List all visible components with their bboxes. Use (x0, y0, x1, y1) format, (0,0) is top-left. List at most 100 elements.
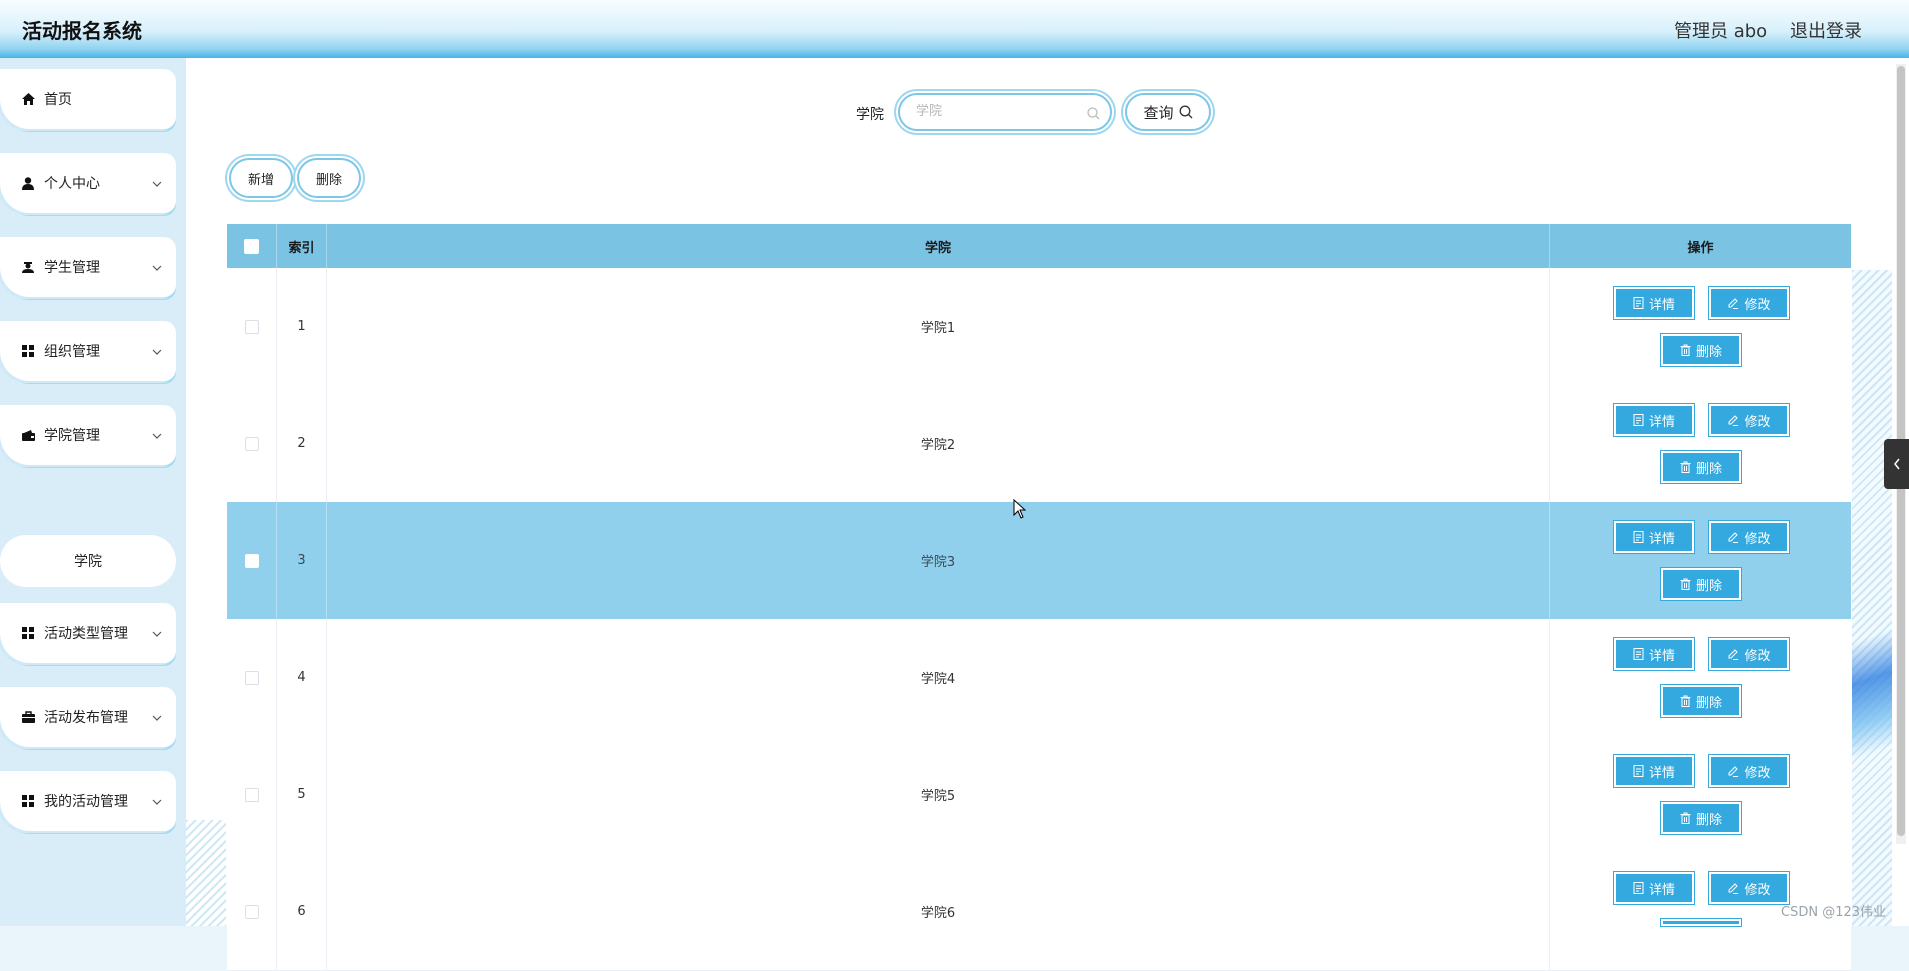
document-icon (1633, 765, 1644, 777)
edit-button[interactable]: 修改 (1709, 404, 1789, 436)
row-index: 4 (277, 619, 327, 736)
delete-button[interactable]: 删除 (1661, 685, 1741, 717)
edit-button-label: 修改 (1744, 297, 1771, 313)
delete-button-label: 删除 (1695, 578, 1722, 594)
table-header: 索引 学院 操作 (227, 224, 1851, 268)
detail-button-label: 详情 (1648, 414, 1675, 430)
chevron-up-icon (150, 428, 164, 442)
row-actions (1550, 502, 1851, 619)
home-icon (20, 91, 36, 107)
table-row[interactable]: 5 学院5 (227, 736, 1851, 854)
grid-icon (20, 793, 36, 809)
sidebar-item-label: 学生管理 (44, 260, 100, 276)
delete-button-label: 删除 (1695, 344, 1722, 360)
table-row-highlighted[interactable]: 3 学院3 (227, 502, 1851, 620)
edit-icon (1728, 415, 1739, 426)
sidebar-item-label: 组织管理 (44, 344, 100, 360)
table-row[interactable]: 1 学院1 (227, 268, 1851, 386)
delete-button[interactable]: 删除 (1661, 802, 1741, 834)
query-button[interactable]: 查询 (1125, 93, 1211, 131)
edit-button[interactable]: 修改 (1709, 755, 1789, 787)
detail-button[interactable]: 详情 (1614, 872, 1694, 904)
sidebar-subitem-college[interactable]: 学院 (0, 535, 176, 587)
detail-button[interactable]: 详情 (1614, 755, 1694, 787)
detail-button[interactable]: 详情 (1614, 404, 1694, 436)
row-college: 学院6 (327, 853, 1550, 970)
sidebar-item-activity-publish[interactable]: 活动发布管理 (0, 687, 176, 747)
edit-button[interactable]: 修改 (1709, 521, 1789, 553)
document-icon (1633, 297, 1644, 309)
search-icon (1179, 105, 1192, 119)
sidebar-item-personal[interactable]: 个人中心 (0, 153, 176, 213)
trash-icon (1680, 461, 1691, 473)
sidebar-item-label: 个人中心 (44, 176, 100, 192)
mouse-cursor-icon (1013, 498, 1027, 523)
edit-button[interactable]: 修改 (1709, 872, 1789, 904)
batch-delete-button-label: 删除 (315, 172, 342, 188)
sidebar-item-label: 活动发布管理 (44, 710, 128, 726)
add-button[interactable]: 新增 (229, 158, 293, 198)
trash-icon (1680, 812, 1691, 824)
search-input[interactable] (914, 103, 1078, 120)
select-all-checkbox[interactable] (244, 238, 259, 254)
edit-button-label: 修改 (1744, 648, 1771, 664)
column-header-actions: 操作 (1687, 240, 1714, 256)
edit-icon (1728, 298, 1739, 309)
row-college: 学院1 (327, 268, 1550, 385)
row-checkbox[interactable] (244, 904, 259, 919)
row-checkbox[interactable] (244, 787, 259, 802)
sidebar-item-my-activities[interactable]: 我的活动管理 (0, 771, 176, 831)
search-label: 学院 (856, 107, 884, 123)
chevron-down-icon (150, 176, 164, 190)
chevron-down-icon (150, 626, 164, 640)
batch-delete-button[interactable]: 删除 (297, 158, 361, 198)
sidebar-item-organizations[interactable]: 组织管理 (0, 321, 176, 381)
row-college: 学院3 (327, 502, 1550, 619)
trash-icon (1680, 695, 1691, 707)
collapse-panel-handle[interactable] (1884, 439, 1909, 489)
edit-icon (1728, 883, 1739, 894)
table-row[interactable]: 6 学院6 (227, 853, 1851, 971)
detail-button[interactable]: 详情 (1614, 287, 1694, 319)
delete-button[interactable]: 删除 (1661, 451, 1741, 483)
edit-button[interactable]: 修改 (1709, 287, 1789, 319)
delete-button-label: 删除 (1695, 812, 1722, 828)
row-checkbox[interactable] (244, 319, 259, 334)
detail-button-label: 详情 (1648, 531, 1675, 547)
delete-button[interactable]: 删除 (1661, 568, 1741, 600)
delete-button[interactable] (1661, 919, 1741, 926)
table-row[interactable]: 2 学院2 (227, 385, 1851, 503)
detail-button-label: 详情 (1648, 648, 1675, 664)
row-index: 5 (277, 736, 327, 853)
detail-button[interactable]: 详情 (1614, 638, 1694, 670)
chevron-down-icon (150, 710, 164, 724)
document-icon (1633, 882, 1644, 894)
row-checkbox[interactable] (244, 670, 259, 685)
row-actions (1550, 385, 1851, 502)
document-icon (1633, 531, 1644, 543)
detail-button-label: 详情 (1648, 297, 1675, 313)
sidebar-item-students[interactable]: 学生管理 (0, 237, 176, 297)
detail-button[interactable]: 详情 (1614, 521, 1694, 553)
detail-button-label: 详情 (1648, 882, 1675, 898)
sidebar-item-colleges[interactable]: 学院管理 (0, 405, 176, 465)
admin-name: 管理员 abo (1674, 21, 1768, 42)
sidebar-item-label: 首页 (44, 92, 72, 108)
watermark: CSDN @123伟业 (1781, 905, 1887, 920)
delete-button[interactable]: 删除 (1661, 334, 1741, 366)
row-index: 3 (277, 502, 327, 619)
table-row[interactable]: 4 学院4 (227, 619, 1851, 737)
chevron-down-icon (150, 344, 164, 358)
sidebar-item-activity-types[interactable]: 活动类型管理 (0, 603, 176, 663)
delete-button-label: 删除 (1695, 695, 1722, 711)
app-title: 活动报名系统 (22, 19, 142, 43)
chevron-left-icon (1893, 458, 1900, 470)
logout-link[interactable]: 退出登录 (1790, 17, 1862, 43)
briefcase-icon (20, 709, 36, 725)
row-checkbox[interactable] (244, 553, 259, 568)
sidebar-item-home[interactable]: 首页 (0, 69, 176, 129)
edit-button[interactable]: 修改 (1709, 638, 1789, 670)
row-checkbox[interactable] (244, 436, 259, 451)
edit-icon (1728, 649, 1739, 660)
trash-icon (1680, 344, 1691, 356)
